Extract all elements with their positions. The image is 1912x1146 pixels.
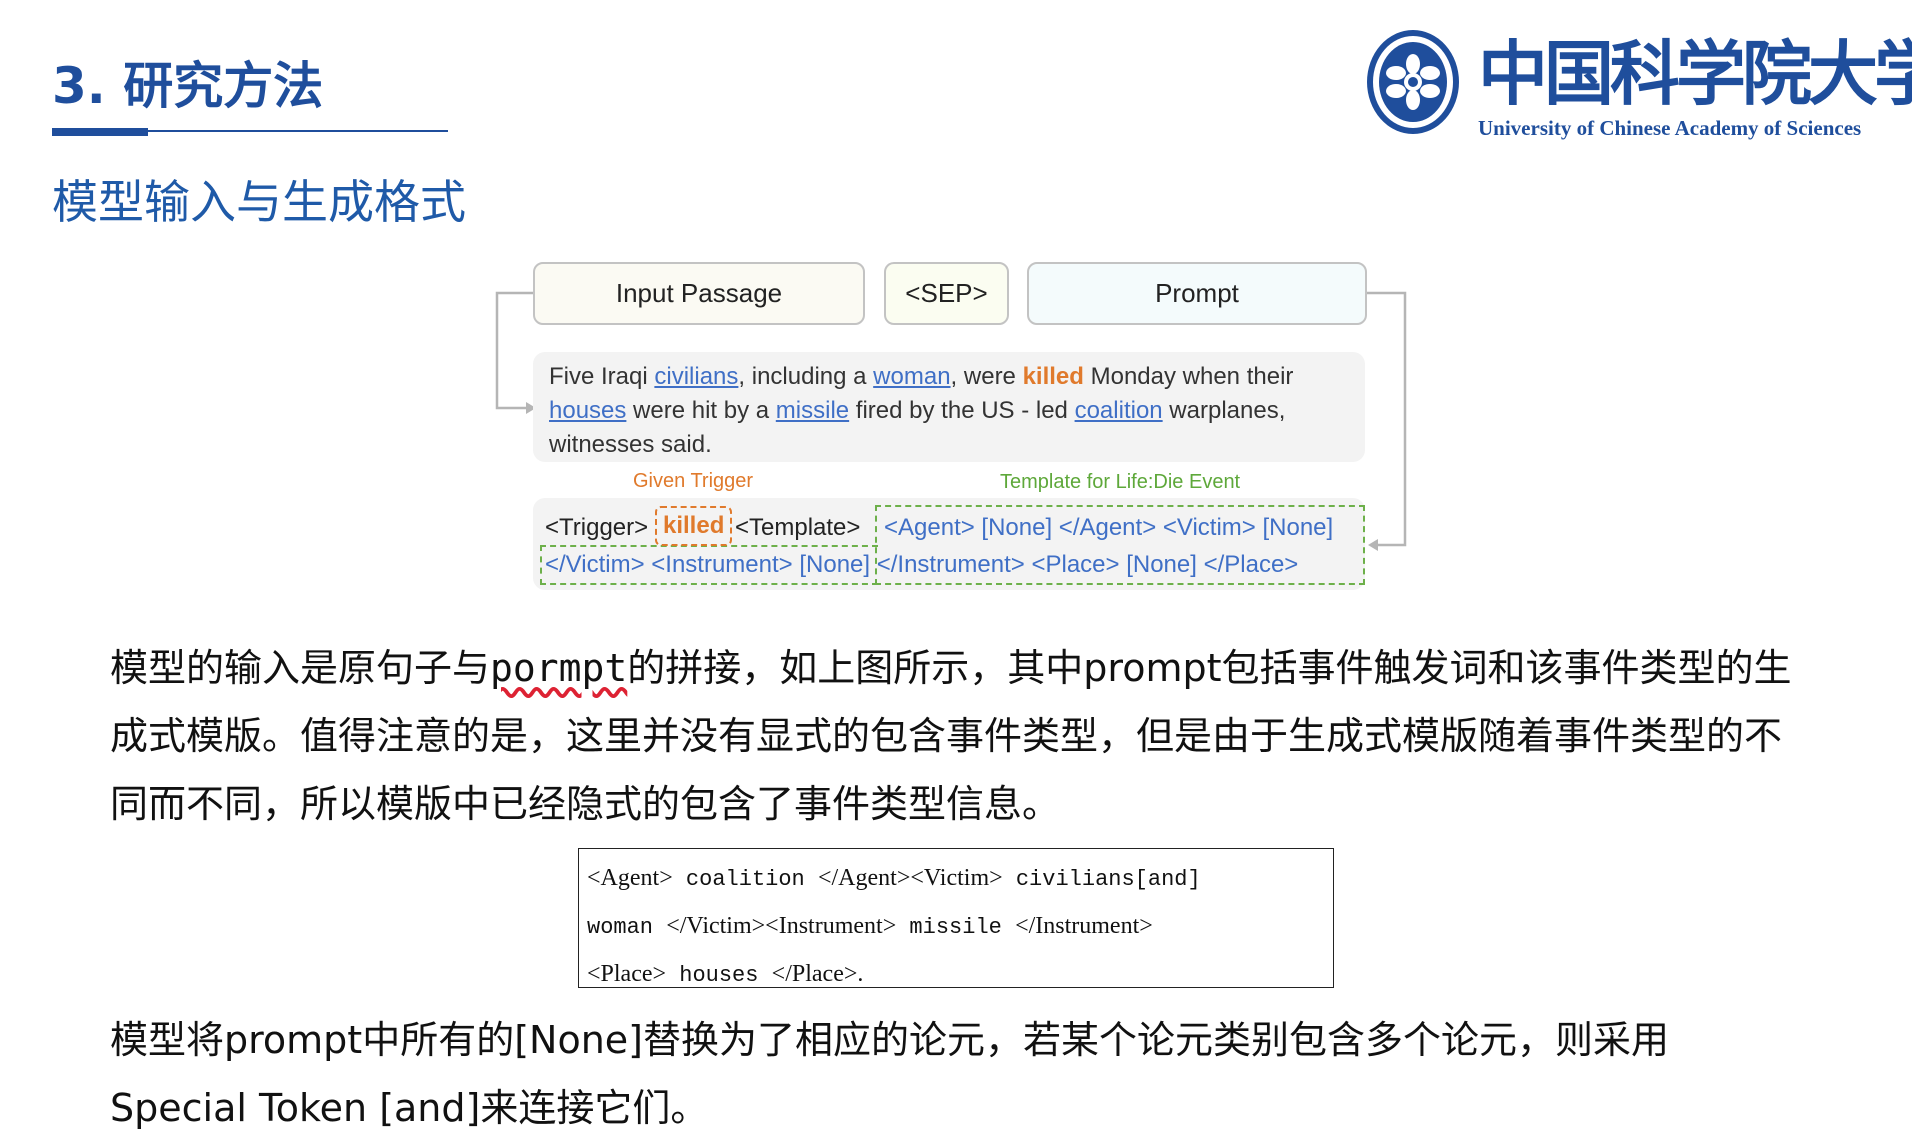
output-value: civilians[and] <box>1002 867 1201 892</box>
passage-text: warplanes, <box>1162 397 1286 424</box>
passage-text: were hit by a <box>626 397 776 424</box>
output-line-1: <Agent> coalition </Agent><Victim> civil… <box>587 855 1325 903</box>
passage-text: fired by the US - led <box>849 397 1075 424</box>
output-tag: </Agent><Victim> <box>817 865 1003 891</box>
output-tag: <Agent> <box>587 865 673 891</box>
generated-output-example: <Agent> coalition </Agent><Victim> civil… <box>578 848 1334 988</box>
misspelled-word: pormpt <box>490 646 628 690</box>
given-trigger-word: killed <box>655 506 733 546</box>
example-passage: Five Iraqi civilians, including a woman,… <box>533 352 1365 462</box>
output-tag: </Victim><Instrument> <box>666 913 897 939</box>
template-line-2: </Victim> <Instrument> [None] </Instrume… <box>545 551 1299 578</box>
explanation-paragraph-1: 模型的输入是原句子与pormpt的拼接，如上图所示，其中prompt包括事件触发… <box>110 634 1810 838</box>
output-value: coalition <box>672 867 818 892</box>
output-line-3: <Place> houses </Place>. <box>587 951 1325 999</box>
paragraph-text: 模型的输入是原句子与 <box>110 646 491 690</box>
input-passage-box: Input Passage <box>533 262 865 325</box>
template-token: <Template> <box>735 514 861 541</box>
argument-civilians: civilians <box>654 363 739 390</box>
output-line-2: woman </Victim><Instrument> missile </In… <box>587 903 1325 951</box>
trigger-token: <Trigger> <box>545 514 649 541</box>
template-line-1: <Agent> [None] </Agent> <Victim> [None] <box>884 514 1334 541</box>
trigger-killed: killed <box>1022 363 1084 390</box>
paragraph-line: 模型将prompt中所有的[None]替换为了相应的论元，若某个论元类别包含多个… <box>110 1018 1669 1062</box>
passage-text: Five Iraqi <box>549 363 655 390</box>
output-value: houses <box>666 963 772 988</box>
argument-missile: missile <box>775 397 850 424</box>
passage-text: , were <box>950 363 1023 390</box>
passage-text: , including a <box>738 363 874 390</box>
output-tag: </Instrument> <box>1015 913 1153 939</box>
output-value: woman <box>587 915 667 940</box>
sep-token-box: <SEP> <box>884 262 1009 325</box>
explanation-paragraph-2: 模型将prompt中所有的[None]替换为了相应的论元，若某个论元类别包含多个… <box>110 1006 1810 1142</box>
paragraph-line: Special Token [and]来连接它们。 <box>110 1086 709 1130</box>
argument-houses: houses <box>549 397 627 424</box>
template-caption: Template for Life:Die Event <box>1000 471 1241 493</box>
argument-coalition: coalition <box>1074 397 1163 424</box>
argument-woman: woman <box>873 363 951 390</box>
output-value: missile <box>896 915 1016 940</box>
output-tag: <Place> <box>587 961 667 987</box>
passage-text: Monday when their <box>1083 363 1294 390</box>
output-tag: </Place>. <box>771 961 864 987</box>
prompt-box: Prompt <box>1027 262 1367 325</box>
given-trigger-caption: Given Trigger <box>633 470 754 492</box>
passage-text: witnesses said. <box>549 431 712 458</box>
